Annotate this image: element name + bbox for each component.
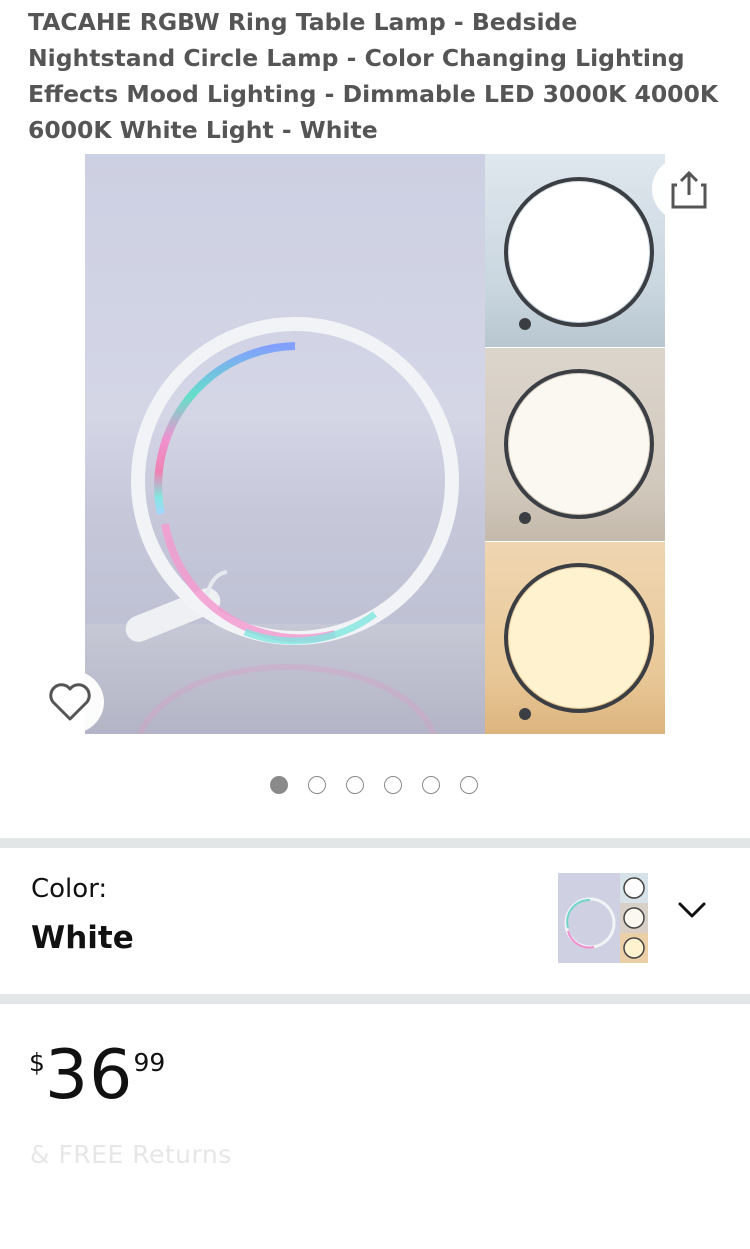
pagination-dot[interactable] bbox=[460, 776, 478, 794]
variant-dropdown-button[interactable] bbox=[676, 896, 708, 924]
pagination-dot[interactable] bbox=[308, 776, 326, 794]
pagination-dot[interactable] bbox=[384, 776, 402, 794]
neutral-light-panel bbox=[485, 348, 665, 541]
share-button[interactable] bbox=[652, 157, 720, 221]
section-divider bbox=[0, 838, 750, 848]
ring-lamp-illustration bbox=[125, 317, 459, 734]
product-price: $ 36 99 bbox=[29, 1038, 165, 1114]
free-returns-text: & FREE Returns bbox=[30, 1140, 232, 1169]
product-title: TACAHE RGBW Ring Table Lamp - Bedside Ni… bbox=[28, 8, 719, 144]
add-to-wishlist-button[interactable] bbox=[36, 670, 104, 734]
share-icon bbox=[671, 170, 707, 209]
pagination-dot[interactable] bbox=[422, 776, 440, 794]
price-fraction: 99 bbox=[133, 1048, 166, 1077]
image-pagination-dots[interactable] bbox=[270, 776, 478, 794]
variant-thumbnail[interactable] bbox=[558, 873, 648, 963]
cool-light-panel bbox=[485, 154, 665, 347]
section-divider bbox=[0, 994, 750, 1004]
chevron-down-icon bbox=[678, 902, 706, 918]
pagination-dot[interactable] bbox=[346, 776, 364, 794]
variant-value: White bbox=[31, 920, 134, 956]
warm-light-panel bbox=[485, 542, 665, 734]
pagination-dot[interactable] bbox=[270, 776, 288, 794]
variant-label: Color: bbox=[31, 874, 108, 904]
price-whole: 36 bbox=[44, 1036, 134, 1115]
heart-icon bbox=[49, 683, 91, 721]
price-currency-symbol: $ bbox=[29, 1048, 45, 1077]
product-main-photo bbox=[85, 154, 485, 734]
product-image-gallery[interactable] bbox=[85, 154, 665, 734]
